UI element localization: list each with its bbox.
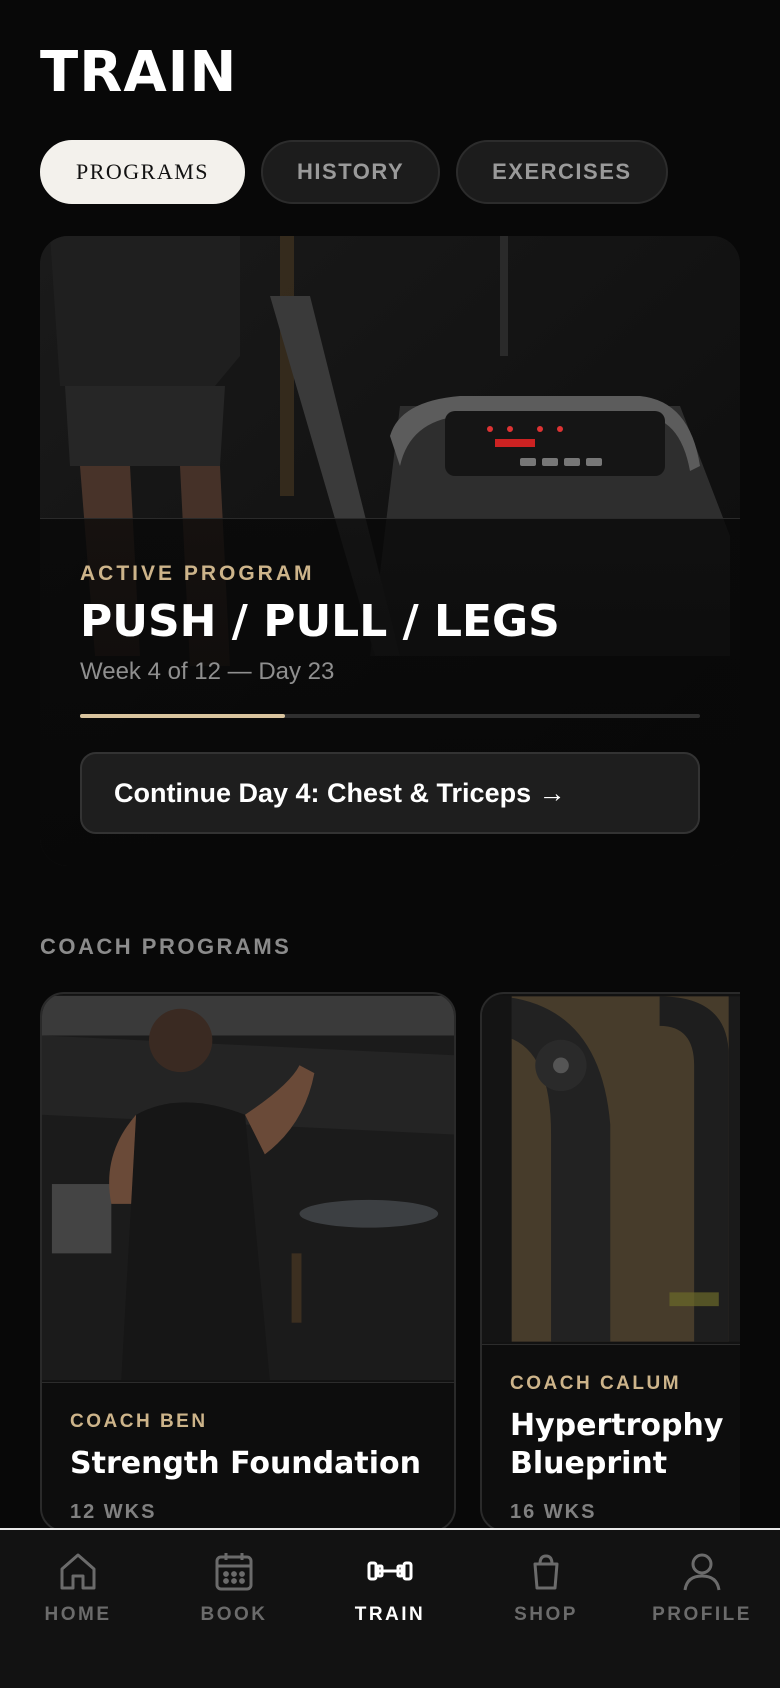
program-progress-bar [80, 714, 700, 718]
home-icon [55, 1548, 101, 1594]
nav-item-home[interactable]: HOME [0, 1530, 156, 1688]
card-program-title: Strength Foundation [70, 1446, 421, 1481]
nav-item-shop[interactable]: SHOP [468, 1530, 624, 1688]
card-info-panel: COACH CALUM Hypertrophy Blueprint 16 WKS [482, 1344, 740, 1528]
active-program-card[interactable]: ACTIVE PROGRAM PUSH / PULL / LEGS Week 4… [40, 236, 740, 866]
card-duration: 16 WKS [510, 1501, 597, 1523]
calendar-icon [211, 1548, 257, 1594]
dumbbell-icon [367, 1548, 413, 1594]
tab-bar: PROGRAMS HISTORY EXERCISES [40, 140, 668, 204]
nav-label: TRAIN [354, 1604, 426, 1625]
cable-machine-photo [482, 996, 740, 1342]
coach-programs-carousel[interactable]: COACH BEN Strength Foundation 12 WKS COA… [40, 992, 740, 1528]
card-duration: 12 WKS [70, 1501, 157, 1523]
card-program-title-line: Blueprint [510, 1446, 668, 1481]
nav-item-profile[interactable]: PROFILE [624, 1530, 780, 1688]
active-program-eyebrow: ACTIVE PROGRAM [80, 562, 315, 585]
active-program-title: PUSH / PULL / LEGS [80, 596, 560, 647]
nav-label: BOOK [200, 1604, 268, 1625]
tab-history[interactable]: HISTORY [261, 140, 441, 204]
program-progress-fill [80, 714, 285, 718]
card-program-title: Hypertrophy Blueprint [510, 1407, 723, 1483]
athlete-photo [42, 995, 454, 1381]
tab-programs[interactable]: PROGRAMS [40, 140, 246, 204]
card-coach-name: COACH BEN [70, 1411, 208, 1432]
bottom-nav: HOME BOOK TRAIN SHOP PROFILE [0, 1528, 780, 1688]
nav-item-train[interactable]: TRAIN [312, 1530, 468, 1688]
card-info-panel: COACH BEN Strength Foundation 12 WKS [42, 1382, 454, 1528]
shopping-bag-icon [523, 1548, 569, 1594]
nav-label: SHOP [514, 1604, 578, 1625]
active-program-progress-text: Week 4 of 12 — Day 23 [80, 658, 335, 685]
nav-label: PROFILE [652, 1604, 752, 1625]
card-program-title-line: Hypertrophy [510, 1408, 724, 1443]
continue-workout-button[interactable]: Continue Day 4: Chest & Triceps → [80, 752, 700, 834]
nav-item-book[interactable]: BOOK [156, 1530, 312, 1688]
coach-program-card[interactable]: COACH CALUM Hypertrophy Blueprint 16 WKS [480, 992, 740, 1528]
coach-program-card[interactable]: COACH BEN Strength Foundation 12 WKS [40, 992, 456, 1528]
card-coach-name: COACH CALUM [510, 1373, 682, 1394]
section-title-coach-programs: COACH PROGRAMS [40, 934, 292, 959]
tab-exercises[interactable]: EXERCISES [456, 140, 668, 204]
user-icon [679, 1548, 725, 1594]
page-title: TRAIN [40, 40, 238, 105]
nav-label: HOME [44, 1604, 112, 1625]
